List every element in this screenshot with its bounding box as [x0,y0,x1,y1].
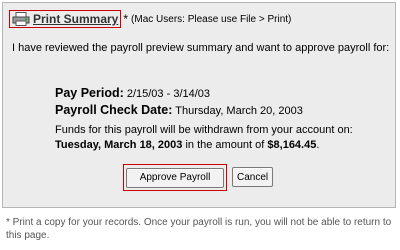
funds-text-before: Funds for this payroll will be withdrawn… [55,124,353,136]
print-summary-link[interactable]: Print Summary [33,12,118,26]
check-date-value: Thursday, March 20, 2003 [175,105,303,117]
withdrawal-amount: $8,164.45 [267,139,317,151]
payroll-approval-panel: Print Summary * (Mac Users: Please use F… [2,2,396,208]
check-date-label: Payroll Check Date: [55,103,173,117]
printer-icon[interactable] [12,12,30,26]
print-footnote: * Print a copy for your records. Once yo… [6,217,392,241]
payroll-details: Pay Period: 2/15/03 - 3/14/03 Payroll Ch… [55,85,303,119]
pay-period-row: Pay Period: 2/15/03 - 3/14/03 [55,85,303,102]
check-date-row: Payroll Check Date: Thursday, March 20, … [55,102,303,119]
print-asterisk: * [123,12,129,26]
print-summary-box[interactable]: Print Summary [9,10,122,28]
funds-text-middle: in the amount of [185,139,265,151]
mac-users-note: (Mac Users: Please use File > Print) [131,13,292,25]
cancel-button[interactable]: Cancel [232,167,274,188]
funds-withdrawal-text: Funds for this payroll will be withdrawn… [55,123,385,153]
print-row: Print Summary * (Mac Users: Please use F… [9,9,291,29]
approve-highlight-box: Approve Payroll [123,164,227,191]
approval-intro-text: I have reviewed the payroll preview summ… [12,42,390,54]
withdrawal-date: Tuesday, March 18, 2003 [55,139,183,151]
approve-payroll-button[interactable]: Approve Payroll [126,167,224,188]
funds-text-end: . [316,139,320,151]
pay-period-value: 2/15/03 - 3/14/03 [126,88,211,100]
action-buttons: Approve Payroll Cancel [123,164,274,191]
pay-period-label: Pay Period: [55,86,124,100]
